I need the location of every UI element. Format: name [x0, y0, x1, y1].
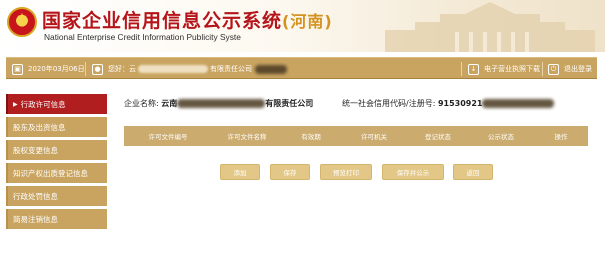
welcome-message: ● 您好：云 有限责任公司 [92, 58, 287, 80]
download-icon: ↓ [468, 63, 479, 75]
company-name-row: 企业名称: 云南 有限责任公司 [124, 98, 313, 109]
company-name-prefix: 云南 [161, 99, 178, 108]
national-emblem-icon [7, 7, 37, 37]
sidebar-item-simple-deregistration[interactable]: 简易注销信息 [6, 209, 107, 229]
credit-code-label: 统一社会信用代码/注册号: [342, 99, 436, 108]
sidebar-item-shareholders[interactable]: 股东及出资信息 [6, 117, 107, 137]
save-button[interactable]: 保存 [270, 164, 310, 180]
column-header: 公示状态 [488, 133, 514, 141]
preview-print-button[interactable]: 预览打印 [320, 164, 372, 180]
save-and-publish-button[interactable]: 保存并公示 [382, 164, 444, 180]
site-title-province: (河南) [282, 12, 333, 31]
user-icon: ● [92, 63, 103, 75]
column-header: 有效期 [301, 133, 321, 141]
welcome-suffix: 有限责任公司 [210, 65, 252, 73]
sidebar-item-admin-license[interactable]: ▶ 行政许可信息 [6, 94, 107, 114]
toolbar-divider [85, 62, 86, 76]
download-license-link[interactable]: ↓ 电子营业执照下载 [468, 58, 540, 80]
logout-link[interactable]: ⏻ 退出登录 [548, 58, 592, 80]
site-subtitle: National Enterprise Credit Information P… [44, 32, 241, 42]
redacted-text [255, 64, 287, 74]
site-title: 国家企业信用信息公示系统(河南) [42, 6, 333, 33]
page: 国家企业信用信息公示系统(河南) National Enterprise Cre… [0, 0, 605, 261]
column-header: 许可机关 [361, 133, 387, 141]
sidebar-item-label: 知识产权出质登记信息 [13, 168, 88, 178]
column-header: 操作 [554, 133, 568, 141]
sidebar-item-ip-pledge[interactable]: 知识产权出质登记信息 [6, 163, 107, 183]
site-title-main: 国家企业信用信息公示系统 [42, 10, 283, 32]
redacted-company-name [138, 65, 208, 73]
date-text: 2020年03月06日 [28, 65, 85, 73]
sidebar-item-label: 股东及出资信息 [13, 122, 66, 132]
sidebar-item-label: 行政处罚信息 [13, 191, 58, 201]
company-name-suffix: 有限责任公司 [265, 99, 314, 108]
date-display: ▣ 2020年03月06日 [12, 58, 85, 80]
sidebar-item-label: 简易注销信息 [13, 214, 58, 224]
column-header: 许可文件编号 [148, 133, 188, 141]
building-illustration [385, 2, 595, 52]
download-license-label: 电子营业执照下载 [484, 65, 540, 73]
sidebar-item-equity-change[interactable]: 股权变更信息 [6, 140, 107, 160]
add-button[interactable]: 添加 [220, 164, 260, 180]
welcome-prefix: 您好：云 [108, 65, 136, 73]
site-header: 国家企业信用信息公示系统(河南) National Enterprise Cre… [0, 0, 605, 52]
company-name-label: 企业名称: [124, 99, 159, 108]
logout-label: 退出登录 [564, 65, 592, 73]
calendar-icon: ▣ [12, 63, 23, 75]
credit-code-prefix: 91530921 [437, 99, 483, 108]
toolbar-divider [542, 62, 543, 76]
redacted-company-name [177, 99, 266, 108]
user-toolbar: ▣ 2020年03月06日 ● 您好：云 有限责任公司 ↓ 电子营业执照下载 ⏻… [6, 57, 597, 79]
sidebar-nav: ▶ 行政许可信息 股东及出资信息 股权变更信息 知识产权出质登记信息 行政处罚信… [6, 94, 107, 232]
toolbar-divider [461, 62, 462, 76]
logout-icon: ⏻ [548, 63, 559, 75]
license-table-header: 许可文件编号 许可文件名称 有效期 许可机关 登记状态 公示状态 操作 [124, 126, 588, 146]
redacted-credit-code [482, 99, 555, 108]
active-arrow-icon: ▶ [13, 100, 18, 108]
column-header: 登记状态 [425, 133, 451, 141]
credit-code-row: 统一社会信用代码/注册号: 91530921 [342, 98, 555, 109]
column-header: 许可文件名称 [227, 133, 267, 141]
back-button[interactable]: 返回 [453, 164, 493, 180]
sidebar-item-label: 行政许可信息 [20, 99, 66, 109]
sidebar-item-admin-penalty[interactable]: 行政处罚信息 [6, 186, 107, 206]
sidebar-item-label: 股权变更信息 [13, 145, 58, 155]
